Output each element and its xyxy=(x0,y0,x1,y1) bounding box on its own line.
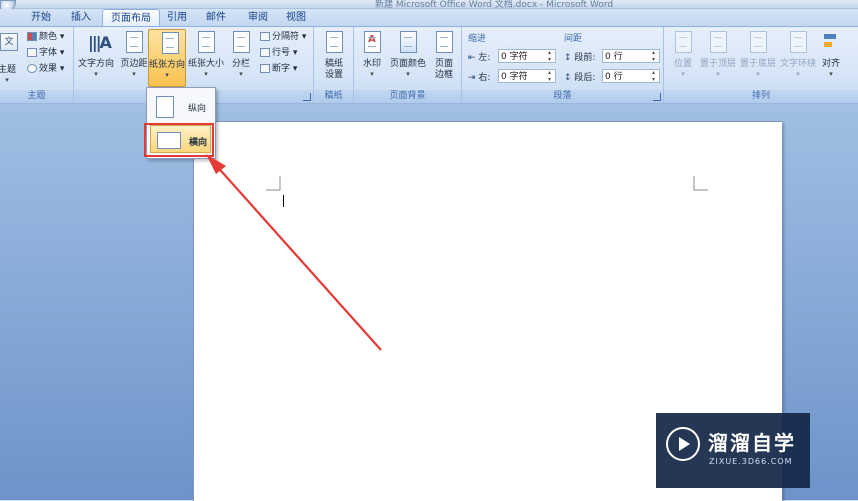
watermark-title: 溜溜自学 xyxy=(708,431,796,455)
play-logo-icon xyxy=(666,427,700,461)
site-watermark: 溜溜自学 ZIXUE.3D66.COM xyxy=(656,413,810,488)
watermark-subtitle: ZIXUE.3D66.COM xyxy=(709,457,793,466)
